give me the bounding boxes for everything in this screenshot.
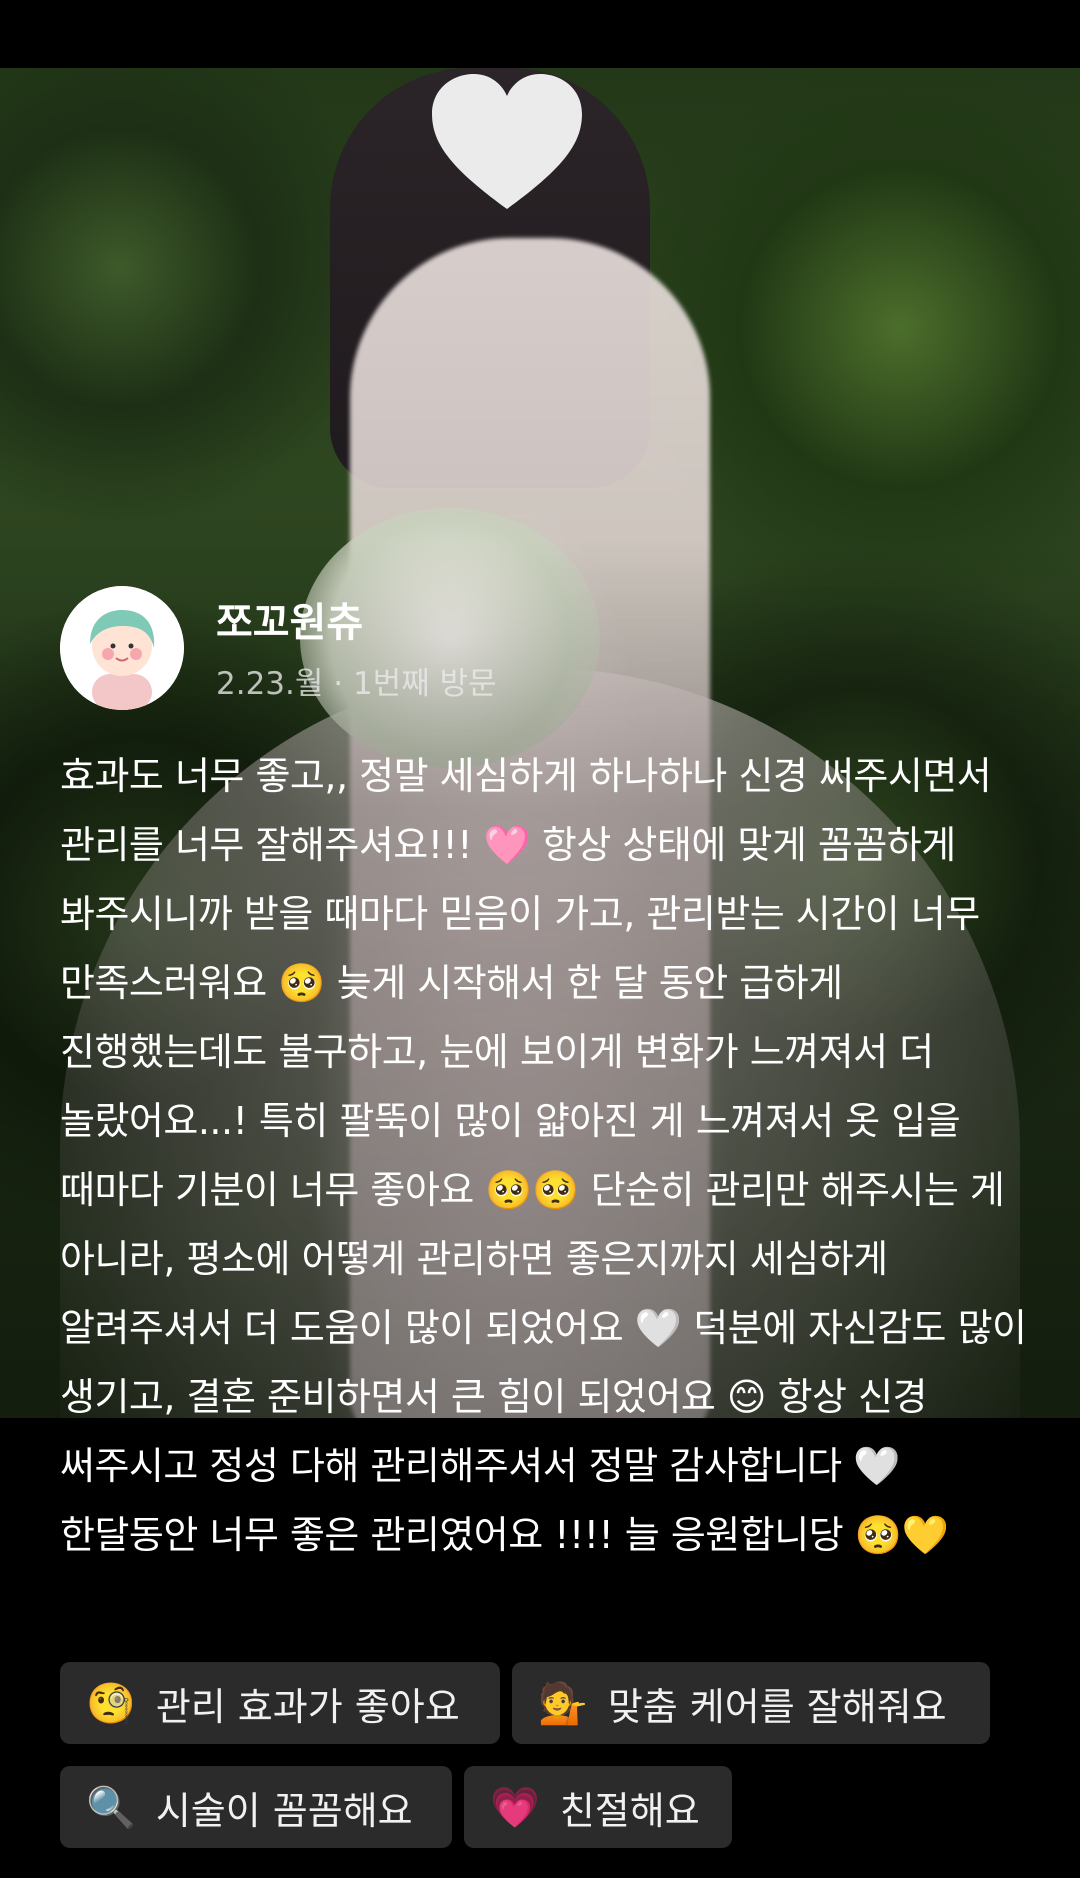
tag-management-effect[interactable]: 🧐 관리 효과가 좋아요: [60, 1662, 500, 1744]
status-bar-area: [0, 0, 1080, 68]
tag-label: 시술이 꼼꼼해요: [155, 1788, 413, 1833]
tag-custom-care[interactable]: 💁 맞춤 케어를 잘해줘요: [512, 1662, 990, 1744]
heart-icon: 💗: [490, 1784, 540, 1831]
girl-avatar-icon: [60, 586, 184, 710]
tag-label: 맞춤 케어를 잘해줘요: [607, 1684, 947, 1729]
tag-label: 관리 효과가 좋아요: [155, 1684, 460, 1729]
review-author[interactable]: 쪼꼬원츄: [216, 590, 363, 648]
magnifier-icon: 🔍: [86, 1784, 136, 1831]
tag-label: 친절해요: [559, 1788, 700, 1833]
person-tipping-hand-icon: 💁: [538, 1680, 588, 1727]
avatar[interactable]: [60, 586, 184, 710]
tag-thorough-procedure[interactable]: 🔍 시술이 꼼꼼해요: [60, 1766, 452, 1848]
tag-kind[interactable]: 💗 친절해요: [464, 1766, 732, 1848]
heart-sticker-icon: [432, 74, 582, 209]
review-text: 효과도 너무 좋고,, 정말 세심하게 하나하나 신경 써주시면서 관리를 너무…: [60, 754, 1027, 1557]
review-meta: 2.23.월 · 1번째 방문: [216, 666, 497, 702]
thinking-face-icon: 🧐: [86, 1680, 136, 1727]
